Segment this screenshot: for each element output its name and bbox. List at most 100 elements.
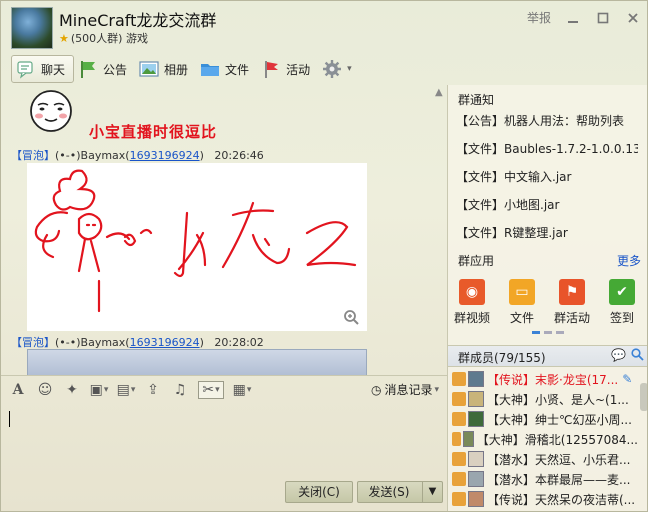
message-header: 【冒泡】(•-•)Baymax(1693196924) 20:26:46 <box>11 149 264 162</box>
app-checkin[interactable]: ✔ 签到 <box>602 279 642 326</box>
shake-icon[interactable]: ✦ <box>63 381 81 399</box>
tab-album[interactable]: 相册 <box>135 55 196 83</box>
search-icon[interactable] <box>631 348 644 364</box>
group-toolbar: 聊天 公告 相册 文件 活动 ▾ <box>11 55 360 83</box>
member-row[interactable]: 【大神】小贤、是人~(1... <box>452 389 638 409</box>
pager-dot[interactable] <box>544 331 552 334</box>
right-panel: 群通知 【公告】机器人用法：帮助列表 【文件】Baubles-1.7.2-1.0… <box>447 85 647 511</box>
member-name: 【大神】小贤、是人~(1... <box>487 392 629 407</box>
apps-more-link[interactable]: 更多 <box>617 252 641 269</box>
notice-item[interactable]: 【文件】中文输入.jar <box>452 165 638 191</box>
message-header: 【冒泡】(•-•)Baymax(1693196924) 20:28:02 <box>11 336 264 349</box>
group-name[interactable]: MineCraft龙龙交流群 <box>59 7 216 31</box>
sender-name[interactable]: (•-•)Baymax <box>55 336 125 349</box>
sender-qq-link[interactable]: 1693196924 <box>130 336 200 349</box>
zoom-icon[interactable] <box>343 309 359 328</box>
avatar <box>468 391 484 407</box>
app-group-video[interactable]: ◉ 群视频 <box>452 279 492 326</box>
gear-icon <box>322 59 342 79</box>
member-badge-icon <box>452 372 466 386</box>
tab-events[interactable]: 活动 <box>257 55 318 83</box>
chevron-down-icon: ▾ <box>434 384 439 395</box>
send-button-label: 发送(S) <box>368 485 410 499</box>
tab-chat[interactable]: 聊天 <box>11 55 75 83</box>
upload-icon[interactable]: ⇪ <box>144 381 162 399</box>
avatar <box>468 411 484 427</box>
report-button[interactable]: 举报 <box>527 9 551 26</box>
member-row[interactable]: 【潜水】本群最屌——麦... <box>452 469 638 489</box>
chevron-down-icon: ▾ <box>347 64 352 74</box>
edit-icon[interactable]: ✎ <box>622 372 632 386</box>
tab-chat-label: 聊天 <box>41 62 66 77</box>
magic-expression-icon[interactable]: ▣ <box>90 381 108 399</box>
message-history-button[interactable]: ◷ 消息记录 ▾ <box>371 381 439 398</box>
members-scrollbar[interactable] <box>639 369 647 511</box>
member-name: 【传说】天然呆の夜洁蒂(... <box>487 492 636 507</box>
member-row[interactable]: 【传说】天然呆の夜洁蒂(... <box>452 489 638 509</box>
notice-item[interactable]: 【文件】Baubles-1.7.2-1.0.0.13.jar <box>452 137 638 163</box>
minimize-icon[interactable] <box>565 11 581 25</box>
close-button[interactable]: 关闭(C) <box>285 481 353 503</box>
send-button[interactable]: 发送(S) ▼ <box>357 481 443 503</box>
screenshot-scissors-icon[interactable]: ✂ <box>198 380 224 399</box>
music-icon[interactable]: ♫ <box>171 381 189 399</box>
qq-group-chat-window: MineCraft龙龙交流群 ★ (500人群) 游戏 举报 聊天 公告 相册 … <box>0 0 648 512</box>
avatar <box>468 371 484 387</box>
member-row[interactable]: 【大神】滑稽北(12557084... <box>452 429 638 449</box>
chat-scrollbar[interactable]: ▲ <box>433 87 447 375</box>
chevron-up-icon[interactable]: ▲ <box>435 87 443 98</box>
member-badge-icon <box>452 472 466 486</box>
notice-item[interactable]: 【文件】R键整理.jar <box>452 221 638 247</box>
tab-files[interactable]: 文件 <box>196 55 257 83</box>
pager-dot[interactable] <box>556 331 564 334</box>
message-history-label: 消息记录 <box>384 383 433 397</box>
member-title: 【冒泡】 <box>11 149 55 162</box>
app-files[interactable]: ▭ 文件 <box>502 279 542 326</box>
app-label: 群活动 <box>553 311 590 325</box>
app-label: 签到 <box>609 311 634 325</box>
group-avatar[interactable] <box>11 7 53 49</box>
tab-events-label: 活动 <box>286 62 311 77</box>
member-row[interactable]: 【大神】绅士℃幻巫小周... <box>452 409 638 429</box>
message-input[interactable] <box>1 403 447 479</box>
sticker-caption: 小宝直播时很逗比 <box>89 123 218 141</box>
app-label: 群视频 <box>453 311 490 325</box>
maximize-icon[interactable] <box>595 11 611 25</box>
avatar <box>468 451 484 467</box>
pager-dot[interactable] <box>532 331 540 334</box>
close-icon[interactable] <box>625 11 641 25</box>
notice-item[interactable]: 【公告】机器人用法：帮助列表 <box>452 109 638 135</box>
member-title: 【冒泡】 <box>11 336 55 349</box>
window-controls: 举报 <box>527 9 641 26</box>
event-icon: ⚑ <box>559 279 585 305</box>
more-tools-icon[interactable]: ▦ <box>233 381 251 399</box>
avatar <box>462 431 474 447</box>
avatar <box>468 471 484 487</box>
member-row[interactable]: 【潜水】天然逗、小乐君... <box>452 449 638 469</box>
sender-qq-link[interactable]: 1693196924 <box>130 149 200 162</box>
sender-name[interactable]: (•-•)Baymax <box>55 149 125 162</box>
chat-message-area[interactable]: 小宝直播时很逗比 【冒泡】(•-•)Baymax(1693196924) 20:… <box>1 87 447 375</box>
member-name: 【潜水】天然逗、小乐君... <box>487 452 631 467</box>
members-title: 群成员(79/155) <box>458 351 546 365</box>
flag-icon <box>78 59 98 79</box>
scrollbar-thumb[interactable] <box>640 383 647 411</box>
font-icon[interactable]: A <box>9 381 27 399</box>
emoji-icon[interactable]: ☺ <box>36 381 54 399</box>
message-drawing-image[interactable] <box>27 163 367 331</box>
member-name: 【大神】绅士℃幻巫小周... <box>487 412 632 427</box>
notice-item[interactable]: 【文件】小地图.jar <box>452 193 638 219</box>
clock-icon: ◷ <box>370 382 382 397</box>
message-screenshot-image[interactable] <box>27 349 367 375</box>
chat-bubbles-icon[interactable]: 💬 <box>611 348 626 362</box>
member-badge-icon <box>452 492 466 506</box>
settings-menu[interactable]: ▾ <box>318 55 360 83</box>
window-header: MineCraft龙龙交流群 ★ (500人群) 游戏 举报 <box>1 1 647 53</box>
member-row[interactable]: 【传说】末影·龙宝(17... ✎ <box>452 369 638 389</box>
image-icon[interactable]: ▤ <box>117 381 135 399</box>
tab-announcement[interactable]: 公告 <box>74 55 135 83</box>
chevron-down-icon[interactable]: ▼ <box>422 482 442 502</box>
apps-pager[interactable] <box>532 331 564 334</box>
folder-icon: ▭ <box>509 279 535 305</box>
app-group-events[interactable]: ⚑ 群活动 <box>552 279 592 326</box>
